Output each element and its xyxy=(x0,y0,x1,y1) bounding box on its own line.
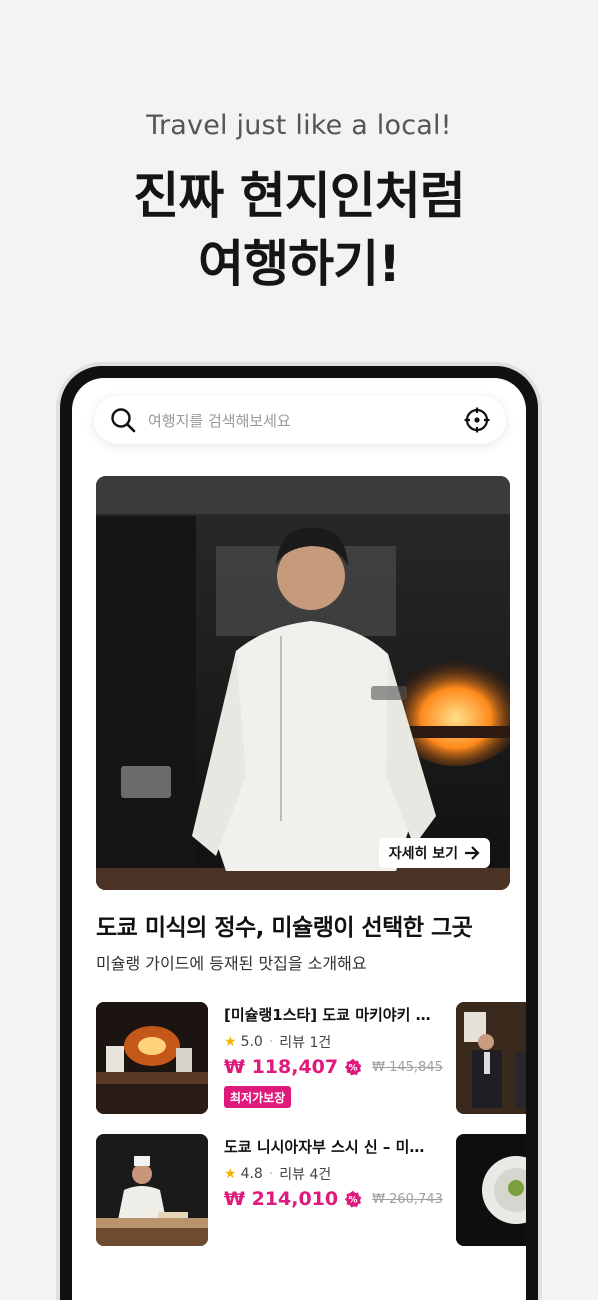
product-card[interactable]: [미슐랭1스타] 도쿄 마키야키 … ★ 5.0 · 리뷰 1건 ₩ 118,4… xyxy=(96,1002,476,1114)
review-count: 리뷰 1건 xyxy=(279,1035,332,1051)
locate-icon[interactable] xyxy=(462,405,492,435)
price-row: ₩ 118,407 % ₩ 145,845 xyxy=(224,1056,443,1078)
next-product-thumbnail[interactable] xyxy=(456,1002,526,1114)
lowest-price-tag: 최저가보장 xyxy=(224,1086,292,1108)
separator-dot: · xyxy=(268,1166,274,1182)
search-icon xyxy=(108,405,138,435)
separator-dot: · xyxy=(268,1034,274,1050)
detail-button-label: 자세히 보기 xyxy=(388,846,458,862)
hero-chef-photo xyxy=(96,476,510,890)
product-name: 도쿄 니시아자부 스시 신 – 미… xyxy=(224,1138,425,1156)
app-screen: 여행지를 검색해보세요 자세히 보기 도쿄 미식의 정수, 미슐랭이 선택한 그… xyxy=(72,378,526,1300)
rating-value: 4.8 xyxy=(240,1166,263,1182)
search-input[interactable]: 여행지를 검색해보세요 xyxy=(148,410,462,431)
product-thumbnail xyxy=(96,1002,208,1114)
promo-headline-line2: 여행하기! xyxy=(198,235,401,293)
product-thumbnail xyxy=(96,1134,208,1246)
sale-price: ₩ 118,407 xyxy=(224,1056,339,1078)
promo-headline-line1: 진짜 현지인처럼 xyxy=(133,167,465,225)
rating-value: 5.0 xyxy=(240,1034,263,1050)
search-bar[interactable]: 여행지를 검색해보세요 xyxy=(94,396,506,444)
promo-tagline: Travel just like a local! xyxy=(146,110,452,141)
arrow-right-icon xyxy=(464,846,480,860)
review-count: 리뷰 4건 xyxy=(279,1167,332,1183)
next-product-thumbnail[interactable] xyxy=(456,1134,526,1246)
star-icon: ★ xyxy=(224,1166,237,1182)
promo-headline: 진짜 현지인처럼 여행하기! xyxy=(0,162,598,298)
svg-text:%: % xyxy=(349,1196,358,1206)
price-row: ₩ 214,010 % ₩ 260,743 xyxy=(224,1188,443,1210)
detail-button[interactable]: 자세히 보기 xyxy=(378,838,490,868)
section-subtitle: 미슐랭 가이드에 등재된 맛집을 소개해요 xyxy=(96,954,367,973)
section-title: 도쿄 미식의 정수, 미슐랭이 선택한 그곳 xyxy=(96,915,473,941)
phone-frame: 여행지를 검색해보세요 자세히 보기 도쿄 미식의 정수, 미슐랭이 선택한 그… xyxy=(56,362,542,1300)
product-card[interactable]: 도쿄 니시아자부 스시 신 – 미… ★ 4.8 · 리뷰 4건 ₩ 214,0… xyxy=(96,1134,476,1246)
original-price: ₩ 260,743 xyxy=(372,1191,443,1207)
product-rating: ★ 5.0 · 리뷰 1건 xyxy=(224,1032,331,1052)
product-rating: ★ 4.8 · 리뷰 4건 xyxy=(224,1164,331,1184)
hero-banner[interactable]: 자세히 보기 xyxy=(96,476,510,890)
svg-text:%: % xyxy=(349,1064,358,1074)
star-icon: ★ xyxy=(224,1034,237,1050)
original-price: ₩ 145,845 xyxy=(372,1059,443,1075)
discount-badge-icon: % xyxy=(344,1190,362,1208)
sale-price: ₩ 214,010 xyxy=(224,1188,339,1210)
discount-badge-icon: % xyxy=(344,1058,362,1076)
product-name: [미슐랭1스타] 도쿄 마키야키 … xyxy=(224,1006,431,1024)
